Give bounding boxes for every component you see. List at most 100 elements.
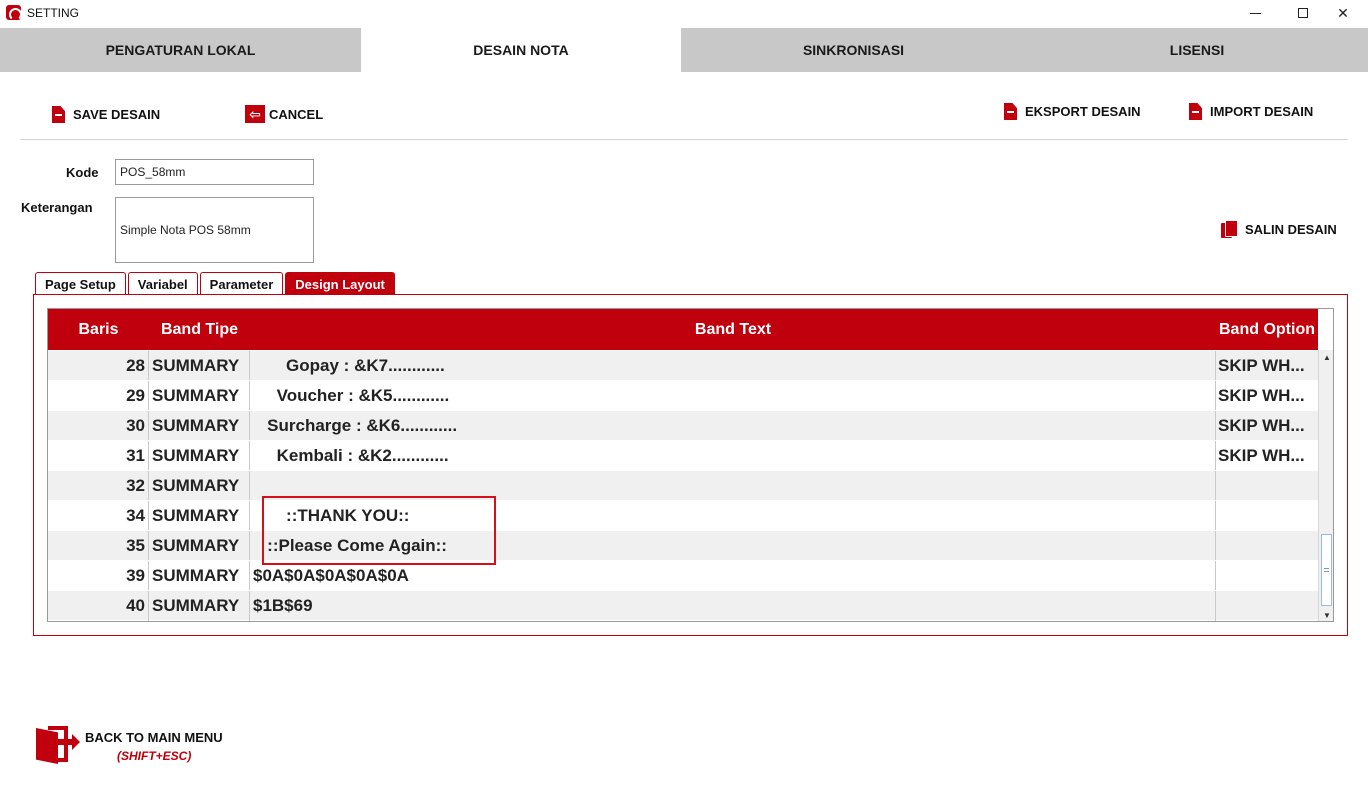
scroll-down-icon[interactable]: ▼ [1319,608,1333,621]
scroll-up-icon[interactable]: ▲ [1319,350,1333,364]
cell-band-tipe[interactable]: SUMMARY [149,561,250,591]
tab-desain-nota[interactable]: DESAIN NOTA [361,28,681,72]
cell-band-option[interactable] [1216,501,1318,531]
export-design-button[interactable]: EKSPORT DESAIN [1004,103,1141,120]
keterangan-field[interactable]: Simple Nota POS 58mm [115,197,314,263]
tab-label: SINKRONISASI [802,42,905,58]
cell-baris: 32 [48,471,149,501]
cell-band-tipe[interactable]: SUMMARY [149,471,250,501]
maximize-icon [1298,8,1308,18]
sub-tab-bar: Page Setup Variabel Parameter Design Lay… [35,272,397,295]
table-row[interactable]: 40 SUMMARY $1B$69 [48,590,1318,621]
main-tab-bar: PENGATURAN LOKAL DESAIN NOTA SINKRONISAS… [0,28,1368,72]
table-body: 28 SUMMARY Gopay : &K7............ SKIP … [48,350,1318,621]
cell-band-option[interactable]: SKIP WH... [1216,411,1318,441]
keterangan-label: Keterangan [21,200,93,215]
copy-design-button[interactable]: SALIN DESAIN [1221,220,1337,238]
sub-tab-label: Page Setup [45,276,116,292]
cell-baris: 34 [48,501,149,531]
cancel-label: CANCEL [269,106,324,122]
cell-baris: 35 [48,531,149,561]
back-shortcut-hint: (SHIFT+ESC) [117,749,192,763]
import-document-icon [1189,103,1202,120]
scroll-grip-icon [1324,568,1329,572]
cell-band-option[interactable]: SKIP WH... [1216,381,1318,411]
cell-baris: 31 [48,441,149,471]
cell-band-tipe[interactable]: SUMMARY [149,591,250,621]
app-logo-icon [6,5,22,21]
window-title: SETTING [27,6,80,20]
save-design-label: SAVE DESAIN [73,107,161,122]
exit-arrow-shape [56,734,80,750]
cell-band-tipe[interactable]: SUMMARY [149,381,250,411]
keterangan-value: Simple Nota POS 58mm [120,223,251,237]
cell-band-option[interactable]: SKIP WH... [1216,351,1318,381]
tab-label: DESAIN NOTA [473,42,569,58]
copy-icon [1221,220,1238,238]
close-button[interactable]: ✕ [1320,0,1366,26]
tab-parameter[interactable]: Parameter [199,272,284,295]
header-band-text[interactable]: Band Text [250,309,1216,350]
close-icon: ✕ [1337,4,1349,21]
sub-tab-label: Variabel [137,276,188,292]
table-row[interactable]: 32 SUMMARY [48,470,1318,501]
header-band-tipe[interactable]: Band Tipe [149,309,250,350]
cancel-button[interactable]: ⇦ CANCEL [245,105,323,123]
export-design-label: EKSPORT DESAIN [1025,104,1141,119]
header-band-option[interactable]: Band Option [1216,309,1318,350]
save-design-button[interactable]: SAVE DESAIN [52,106,160,123]
table-row[interactable]: 34 SUMMARY ::THANK YOU:: [48,500,1318,531]
band-table: Baris Band Tipe Band Text Band Option 28… [47,308,1334,622]
cell-band-option[interactable] [1216,531,1318,561]
exit-door-shape [36,728,58,764]
scroll-thumb[interactable] [1321,534,1332,606]
cell-band-tipe[interactable]: SUMMARY [149,411,250,441]
header-baris[interactable]: Baris [48,309,149,350]
cell-band-option[interactable] [1216,561,1318,591]
sub-tab-label: Design Layout [295,276,385,292]
tab-label: PENGATURAN LOKAL [105,42,256,58]
cell-band-text[interactable]: Gopay : &K7............ [250,351,1216,381]
table-row[interactable]: 35 SUMMARY ::Please Come Again:: [48,530,1318,561]
back-arrow-icon: ⇦ [245,105,265,123]
back-to-main-menu-button[interactable]: BACK TO MAIN MENU (SHIFT+ESC) [34,724,244,769]
tab-design-layout[interactable]: Design Layout [285,272,395,295]
import-design-label: IMPORT DESAIN [1210,104,1314,119]
cell-band-text[interactable]: $0A$0A$0A$0A$0A [250,561,1216,591]
cell-band-tipe[interactable]: SUMMARY [149,441,250,471]
cell-band-option[interactable] [1216,591,1318,621]
table-row[interactable]: 28 SUMMARY Gopay : &K7............ SKIP … [48,350,1318,381]
cell-band-option[interactable] [1216,471,1318,501]
table-scrollbar[interactable]: ▲ ▼ [1318,350,1333,621]
back-label: BACK TO MAIN MENU [85,730,223,745]
highlight-annotation [262,496,496,565]
tab-sinkronisasi[interactable]: SINKRONISASI [681,28,1026,72]
cell-band-text[interactable]: $1B$69 [250,591,1216,621]
minimize-button[interactable] [1232,0,1278,26]
cell-band-tipe[interactable]: SUMMARY [149,351,250,381]
kode-field[interactable]: POS_58mm [115,159,314,185]
cell-band-option[interactable]: SKIP WH... [1216,441,1318,471]
cell-baris: 29 [48,381,149,411]
import-design-button[interactable]: IMPORT DESAIN [1189,103,1313,120]
cell-band-text[interactable]: Voucher : &K5............ [250,381,1216,411]
cell-baris: 39 [48,561,149,591]
cell-band-tipe[interactable]: SUMMARY [149,531,250,561]
table-header: Baris Band Tipe Band Text Band Option [48,309,1318,350]
table-row[interactable]: 39 SUMMARY $0A$0A$0A$0A$0A [48,560,1318,591]
tab-pengaturan-lokal[interactable]: PENGATURAN LOKAL [0,28,361,72]
table-row[interactable]: 30 SUMMARY Surcharge : &K6............ S… [48,410,1318,441]
tab-variabel[interactable]: Variabel [127,272,198,295]
tab-lisensi[interactable]: LISENSI [1026,28,1368,72]
cell-baris: 40 [48,591,149,621]
table-row[interactable]: 31 SUMMARY Kembali : &K2............ SKI… [48,440,1318,471]
cell-band-tipe[interactable]: SUMMARY [149,501,250,531]
tab-label: LISENSI [1169,42,1225,58]
exit-door-icon [34,724,80,766]
table-row[interactable]: 29 SUMMARY Voucher : &K5............ SKI… [48,380,1318,411]
cell-baris: 30 [48,411,149,441]
cell-baris: 28 [48,351,149,381]
tab-page-setup[interactable]: Page Setup [35,272,126,295]
cell-band-text[interactable]: Kembali : &K2............ [250,441,1216,471]
cell-band-text[interactable]: Surcharge : &K6............ [250,411,1216,441]
